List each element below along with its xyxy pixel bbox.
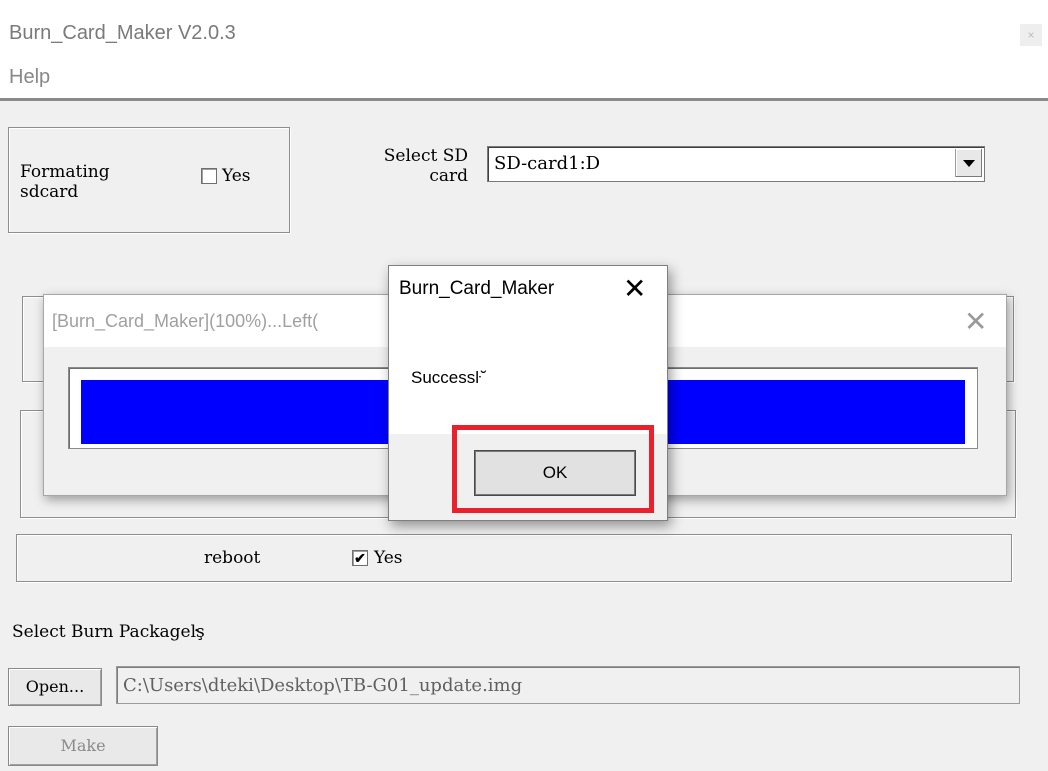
format-label-line1: Formating [20,162,110,182]
progress-close-icon[interactable]: ✕ [964,305,987,338]
open-button[interactable]: Open... [8,668,102,706]
menu-bar: Help [0,60,1048,101]
ok-button[interactable]: OK [474,450,636,496]
reboot-label: reboot [204,548,261,568]
package-path-field[interactable]: C:\Users\dteki\Desktop\TB-G01_update.img [116,666,1020,704]
message-box-close-icon[interactable]: ✕ [623,272,646,305]
message-box-text: Successŀ˘ [411,368,487,387]
sd-card-dropdown[interactable]: SD-card1:D [487,146,985,182]
format-label-line2: sdcard [20,182,79,202]
format-label: Formating sdcard [20,162,110,202]
progress-dialog-title: [Burn_Card_Maker](100%)...Left( [52,311,319,331]
make-button[interactable]: Make [8,726,158,766]
sd-card-dropdown-value: SD-card1:D [494,153,601,174]
main-close-icon[interactable]: × [1020,24,1042,46]
check-icon: ✔ [354,550,366,566]
format-checkbox-label: Yes [222,166,251,186]
dropdown-arrow-button[interactable] [955,149,982,177]
sd-select-label: Select SD card [358,146,468,186]
menu-help[interactable]: Help [9,66,50,89]
reboot-checkbox[interactable]: ✔ [352,550,368,566]
reboot-group [16,534,1012,582]
select-package-label: Select Burn Packageŀş [12,622,205,642]
reboot-checkbox-label: Yes [374,548,403,568]
message-box-title: Burn_Card_Maker [399,278,555,299]
package-path-value: C:\Users\dteki\Desktop\TB-G01_update.img [123,675,523,696]
window-title: Burn_Card_Maker V2.0.3 [9,22,236,44]
format-checkbox[interactable] [201,168,217,184]
chevron-down-icon [963,160,975,167]
sd-select-label-line2: card [429,166,468,186]
sd-select-label-line1: Select SD [383,146,468,166]
main-title-bar: Burn_Card_Maker V2.0.3 × [0,0,1048,60]
